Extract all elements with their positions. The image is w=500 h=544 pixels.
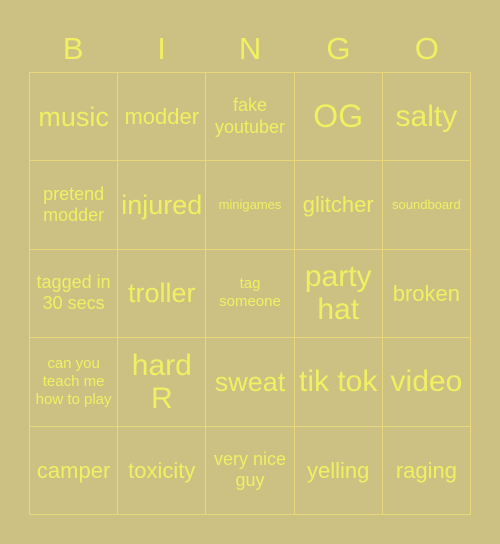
bingo-cell[interactable]: OG: [294, 73, 383, 162]
bingo-cell-label: pretend modder: [43, 183, 105, 226]
header-letter-o: O: [414, 30, 439, 66]
bingo-cell-label: hard R: [131, 348, 192, 415]
bingo-cell-label: raging: [395, 457, 457, 483]
bingo-cell-label: music: [38, 101, 109, 132]
bingo-cell-label: tik tok: [299, 365, 378, 399]
bingo-cell-label: modder: [124, 104, 200, 130]
bingo-cell-label: very nice guy: [213, 449, 286, 491]
bingo-header: B I N G O: [29, 24, 471, 72]
bingo-cell[interactable]: video: [382, 338, 471, 427]
bingo-cell[interactable]: pretend modder: [30, 161, 119, 250]
bingo-cell[interactable]: broken: [382, 249, 471, 339]
bingo-cell[interactable]: troller: [118, 249, 207, 339]
bingo-cell-label: troller: [128, 278, 196, 309]
bingo-cell[interactable]: very nice guy: [206, 426, 295, 515]
bingo-cell-label: video: [390, 365, 463, 399]
bingo-cell-label: soundboard: [392, 196, 461, 212]
bingo-cell[interactable]: yelling: [294, 426, 383, 515]
header-letter-g: G: [326, 30, 351, 66]
bingo-cell[interactable]: minigames: [206, 161, 295, 250]
bingo-cell-label: tag someone: [219, 275, 281, 311]
bingo-cell[interactable]: raging: [382, 426, 471, 515]
bingo-cell-label: toxicity: [128, 457, 196, 483]
bingo-cell[interactable]: soundboard: [382, 161, 471, 250]
bingo-cell-label: sweat: [214, 366, 286, 397]
bingo-cell-label: yelling: [307, 457, 370, 483]
bingo-cell[interactable]: glitcher: [294, 161, 383, 250]
bingo-cell-label: fake youtuber: [214, 95, 286, 137]
bingo-cell-label: glitcher: [302, 192, 374, 218]
bingo-cell[interactable]: music: [30, 73, 119, 162]
bingo-cell-label: minigames: [218, 196, 282, 212]
bingo-cell[interactable]: camper: [30, 426, 119, 515]
bingo-cell[interactable]: modder: [118, 73, 207, 162]
bingo-cell-label: can you teach me how to play: [35, 354, 112, 408]
bingo-cell-label: tagged in 30 secs: [36, 272, 111, 314]
bingo-cell-label: injured: [121, 189, 203, 220]
header-letter-n: N: [238, 30, 262, 66]
bingo-cell-label: salty: [395, 100, 458, 134]
bingo-cell-label: party hat: [304, 260, 372, 327]
bingo-card: B I N G O music modder fake youtuber OG salt…: [0, 0, 500, 544]
bingo-cell[interactable]: salty: [382, 73, 471, 162]
bingo-cell-label: camper: [36, 457, 111, 483]
header-letter-b: B: [62, 30, 84, 66]
bingo-cell[interactable]: hard R: [118, 338, 207, 427]
header-letter-i: I: [157, 30, 166, 66]
bingo-cell[interactable]: sweat: [206, 338, 295, 427]
bingo-grid: music modder fake youtuber OG salty pretend m…: [29, 72, 471, 515]
bingo-cell[interactable]: injured: [118, 161, 207, 250]
bingo-cell[interactable]: fake youtuber: [206, 73, 295, 162]
bingo-cell[interactable]: tag someone: [206, 249, 295, 339]
bingo-cell-label: broken: [392, 280, 461, 306]
bingo-cell[interactable]: tik tok: [294, 338, 383, 427]
bingo-cell[interactable]: can you teach me how to play: [30, 338, 119, 427]
bingo-cell[interactable]: party hat: [294, 249, 383, 339]
bingo-cell-label: OG: [313, 98, 364, 135]
bingo-cell[interactable]: toxicity: [118, 426, 207, 515]
bingo-cell[interactable]: tagged in 30 secs: [30, 249, 119, 339]
